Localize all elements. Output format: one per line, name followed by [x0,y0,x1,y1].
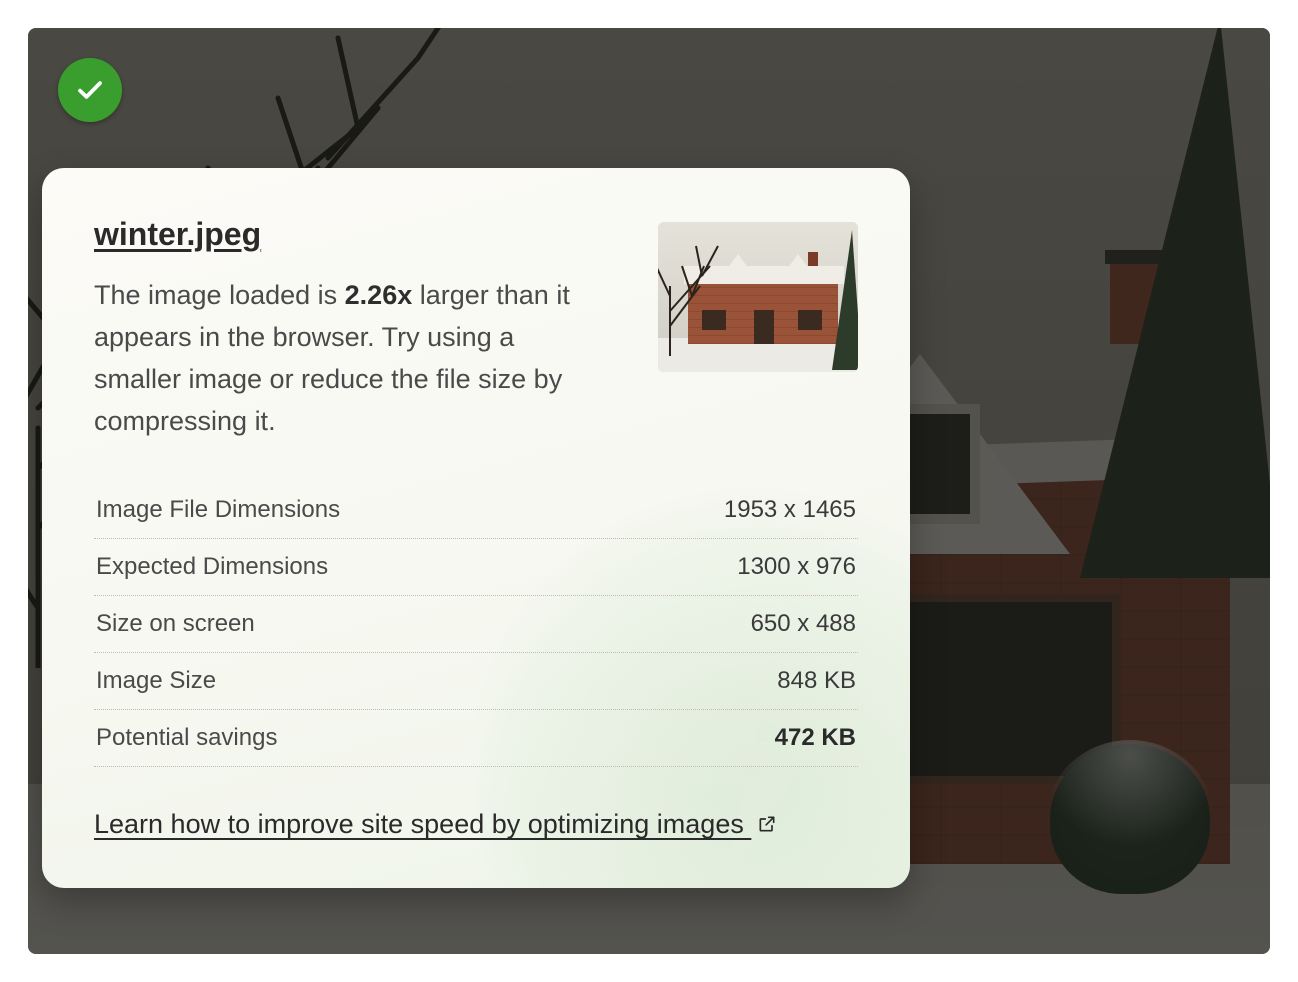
desc-multiplier: 2.26x [345,280,413,310]
metrics-table: Image File Dimensions 1953 x 1465 Expected… [94,482,858,767]
metric-label: Size on screen [96,610,255,638]
learn-more-text: Learn how to improve site speed by optim… [94,809,751,839]
metric-row: Expected Dimensions 1300 x 976 [94,539,858,596]
metric-row: Size on screen 650 x 488 [94,596,858,653]
metric-value: 1953 x 1465 [724,496,856,524]
metric-value: 1300 x 976 [737,553,856,581]
metric-row: Image File Dimensions 1953 x 1465 [94,482,858,539]
metric-row: Image Size 848 KB [94,653,858,710]
learn-more-link[interactable]: Learn how to improve site speed by optim… [94,809,777,839]
image-optimization-overlay: winter.jpeg The image loaded is 2.26x la… [28,28,1270,954]
filename-link[interactable]: winter.jpeg [94,216,261,253]
metric-value: 848 KB [777,667,856,695]
check-icon [75,75,105,105]
metric-row: Potential savings 472 KB [94,710,858,767]
metric-value: 650 x 488 [751,610,856,638]
metric-label: Expected Dimensions [96,553,328,581]
metric-label: Potential savings [96,724,277,752]
metric-label: Image Size [96,667,216,695]
image-diagnostic-card: winter.jpeg The image loaded is 2.26x la… [42,168,910,888]
metric-value: 472 KB [775,724,856,752]
metric-label: Image File Dimensions [96,496,340,524]
diagnostic-description: The image loaded is 2.26x larger than it… [94,275,574,442]
image-thumbnail [658,222,858,372]
status-badge-success [58,58,122,122]
learn-more-row: Learn how to improve site speed by optim… [94,809,858,840]
external-link-icon [757,814,777,834]
desc-prefix: The image loaded is [94,280,345,310]
